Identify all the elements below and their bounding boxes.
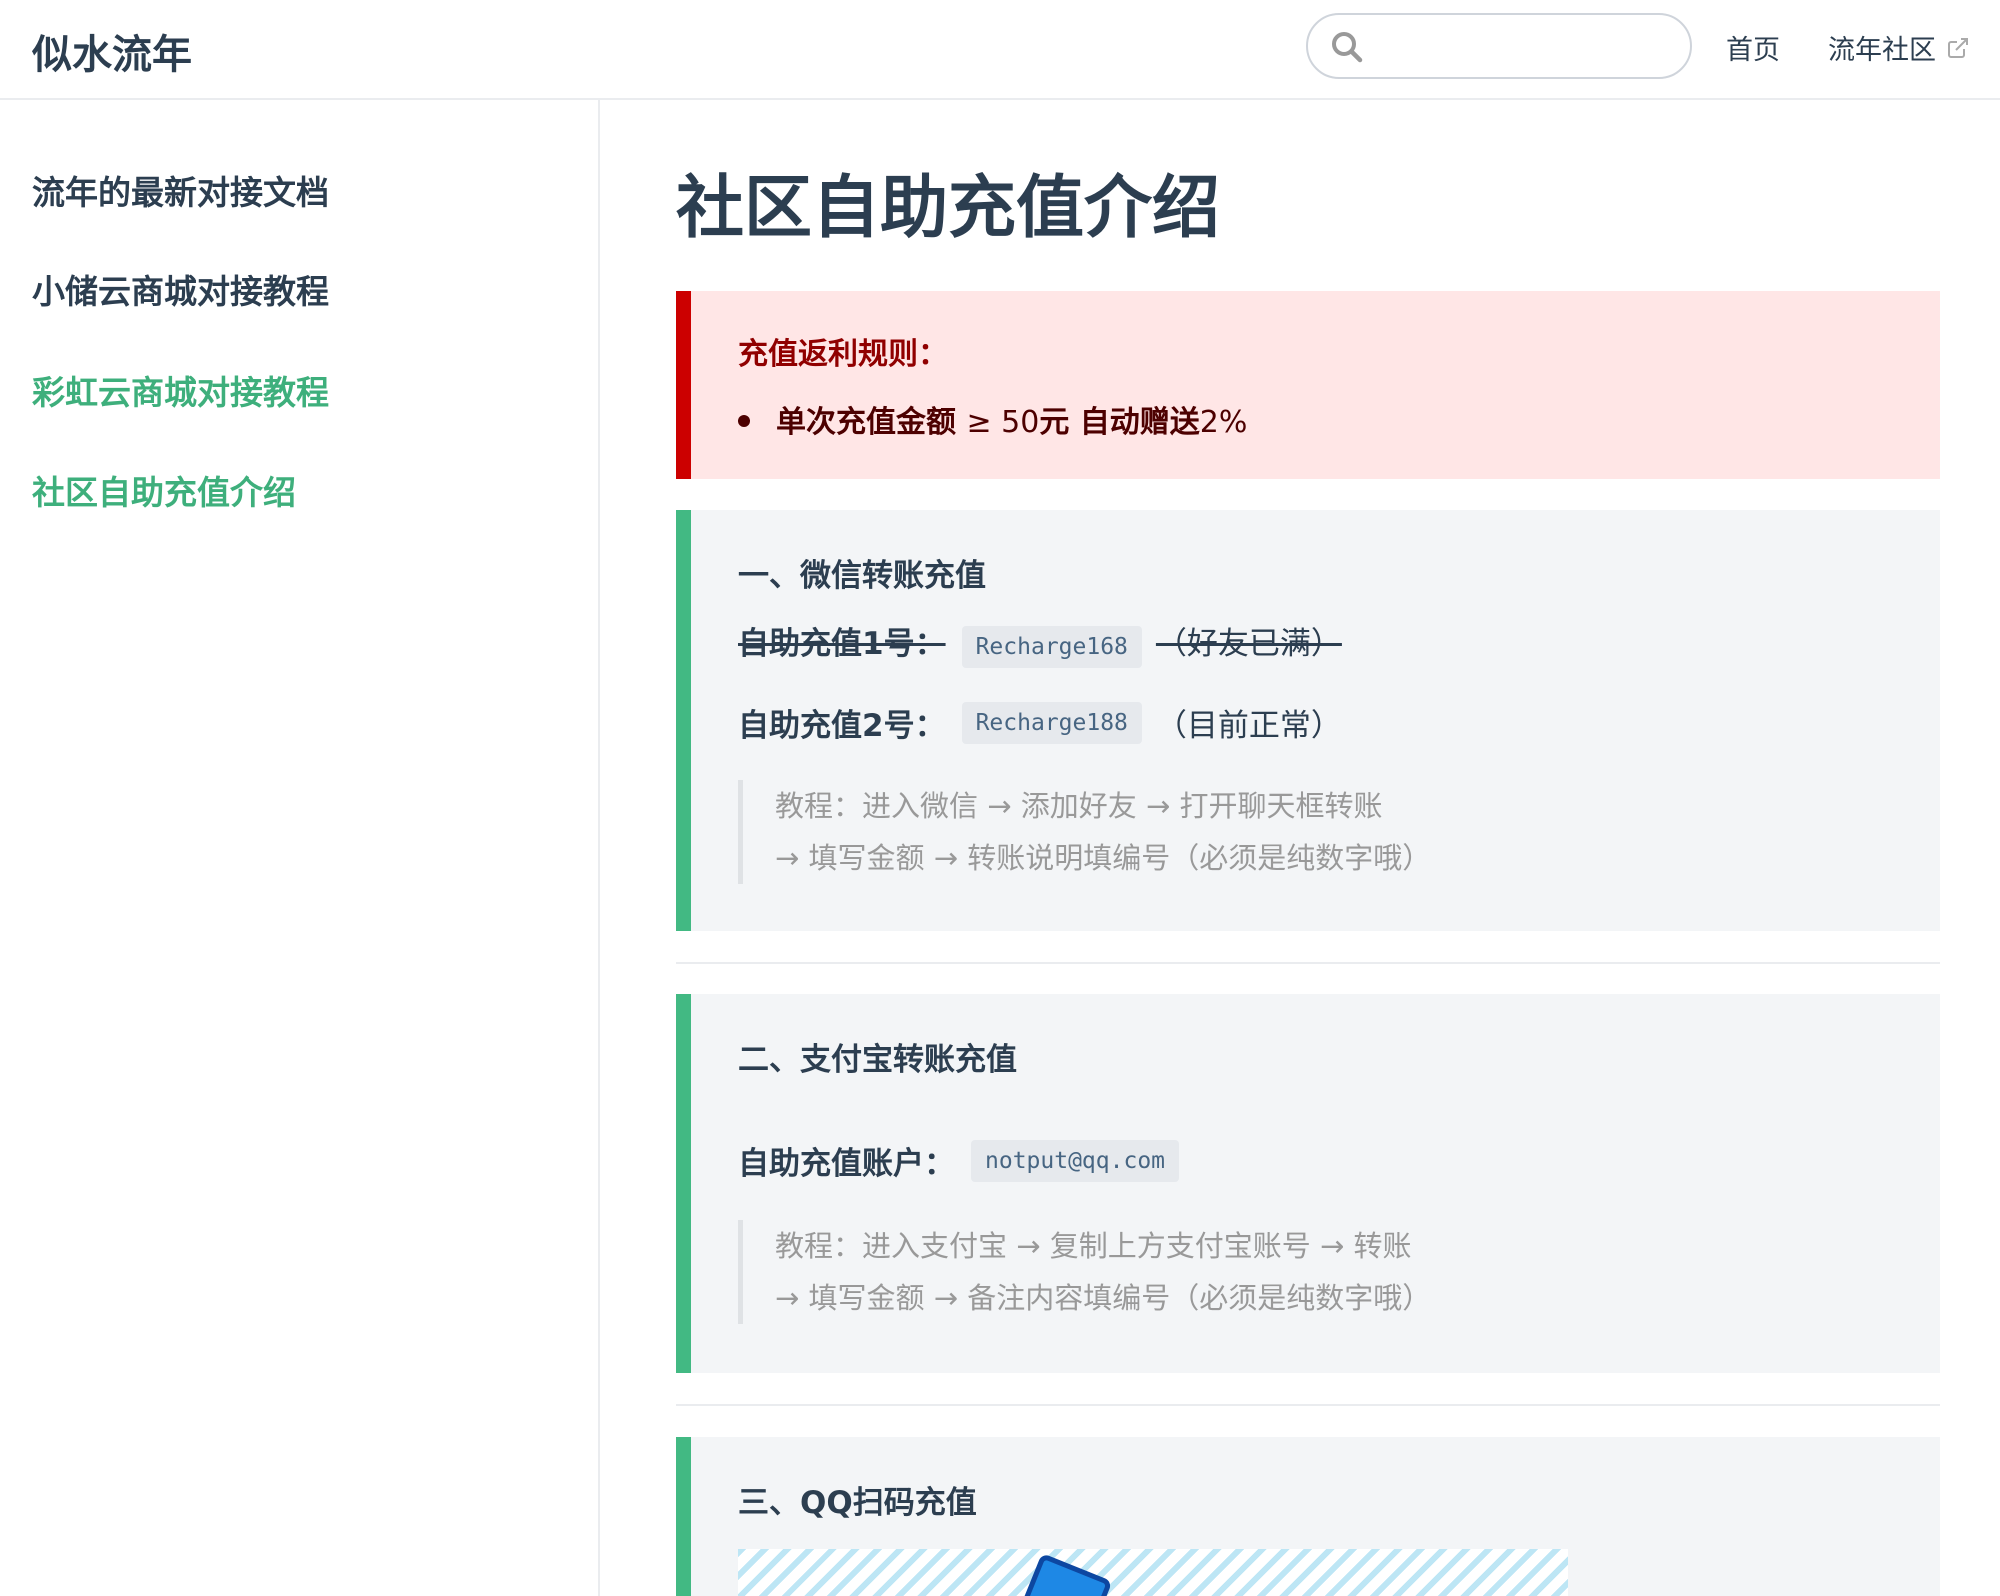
nav-community-label: 流年社区 <box>1828 35 1936 66</box>
site-name[interactable]: 似水流年 <box>32 22 192 80</box>
wechat-account-1-code[interactable]: Recharge168 <box>961 626 1142 668</box>
bullet-dot <box>738 414 750 427</box>
sidebar-item-latest-docs[interactable]: 流年的最新对接文档 <box>32 166 329 214</box>
phone-illustration <box>1019 1552 1113 1596</box>
wechat-tutorial-line-1: 教程：进入微信 → 添加好友 → 打开聊天框转账 <box>775 789 1383 823</box>
wechat-recharge-title: 一、微信转账充值 <box>738 558 986 594</box>
rebate-rule-symbol: ≥ 50 <box>966 405 1040 440</box>
alipay-account-code[interactable]: notput@qq.com <box>971 1139 1180 1182</box>
search-icon <box>1332 32 1363 63</box>
wechat-tutorial-quote: 教程：进入微信 → 添加好友 → 打开聊天框转账 → 填写金额 → 转账说明填编… <box>738 780 1431 884</box>
rebate-rules-title: 充值返利规则： <box>738 337 948 372</box>
section-divider <box>676 962 1940 964</box>
rebate-rule-item: 单次充值金额 ≥ 50元 自动赠送2% <box>738 397 1247 441</box>
rebate-rule-prefix: 单次充值金额 <box>776 405 956 440</box>
alipay-recharge-block: 二、支付宝转账充值 自助充值账户： notput@qq.com 教程：进入支付宝 … <box>676 994 1940 1373</box>
qq-recharge-title: 三、QQ扫码充值 <box>738 1485 977 1521</box>
alipay-tutorial-line-2: → 填写金额 → 备注内容填编号（必须是纯数字哦） <box>775 1281 1432 1315</box>
wechat-account-1-label: 自助充值1号： <box>738 626 946 662</box>
wechat-account-1: 自助充值1号： Recharge168 （好友已满） <box>738 618 1342 668</box>
alipay-tutorial-line-1: 教程：进入支付宝 → 复制上方支付宝账号 → 转账 <box>775 1229 1412 1263</box>
sidebar: 流年的最新对接文档 小储云商城对接教程 彩虹云商城对接教程 社区自助充值介绍 <box>0 100 600 1596</box>
sidebar-item-recharge-intro[interactable]: 社区自助充值介绍 <box>32 466 296 514</box>
search-input[interactable] <box>1378 23 1674 69</box>
wechat-account-2-note: （目前正常） <box>1155 708 1342 744</box>
nav-community-link[interactable]: 流年社区 <box>1828 28 1970 67</box>
page-title: 社区自助充值介绍 <box>676 169 1221 248</box>
wechat-account-2-code[interactable]: Recharge188 <box>961 701 1142 744</box>
wechat-recharge-block: 一、微信转账充值 自助充值1号： Recharge168 （好友已满） 自助充值2号… <box>676 510 1940 931</box>
wechat-tutorial-line-2: → 填写金额 → 转账说明填编号（必须是纯数字哦） <box>775 841 1432 875</box>
qq-qr-code-image <box>738 1549 1568 1596</box>
nav-home-link[interactable]: 首页 <box>1726 28 1780 67</box>
section-divider <box>676 1404 1940 1406</box>
rebate-rule-unit: 元 自动赠送 <box>1039 405 1200 440</box>
alipay-account-label: 自助充值账户： <box>738 1146 955 1182</box>
search-box[interactable] <box>1306 13 1692 79</box>
alipay-recharge-title: 二、支付宝转账充值 <box>738 1042 1017 1078</box>
wechat-account-1-text: 自助充值1号： Recharge168 （好友已满） <box>738 618 1342 668</box>
rebate-rule-rate: 2% <box>1199 405 1248 440</box>
wechat-account-2-label: 自助充值2号： <box>738 708 946 744</box>
wechat-account-2: 自助充值2号： Recharge188 （目前正常） <box>738 700 1342 745</box>
nav-links: 首页 流年社区 <box>1678 28 1970 67</box>
rebate-rules-block: 充值返利规则： 单次充值金额 ≥ 50元 自动赠送2% <box>676 291 1940 479</box>
sidebar-item-xiaochu-tutorial[interactable]: 小储云商城对接教程 <box>32 265 329 313</box>
external-link-icon <box>1948 37 1968 58</box>
qq-recharge-block: 三、QQ扫码充值 <box>676 1437 1940 1596</box>
nav-home-label: 首页 <box>1726 35 1780 66</box>
sidebar-item-rainbow-tutorial[interactable]: 彩虹云商城对接教程 <box>32 366 329 414</box>
wechat-account-1-note: （好友已满） <box>1155 626 1342 662</box>
navbar: 似水流年 首页 流年社区 <box>0 0 2000 100</box>
alipay-account: 自助充值账户： notput@qq.com <box>738 1138 1193 1183</box>
alipay-tutorial-quote: 教程：进入支付宝 → 复制上方支付宝账号 → 转账 → 填写金额 → 备注内容填… <box>738 1220 1431 1324</box>
